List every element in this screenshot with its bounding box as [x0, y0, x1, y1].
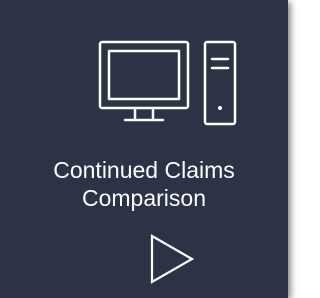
- tile-title: Continued Claims Comparison: [0, 156, 288, 212]
- continued-claims-comparison-tile[interactable]: Continued Claims Comparison: [0, 0, 288, 298]
- play-icon[interactable]: [148, 233, 196, 285]
- desktop-computer-icon: [98, 40, 237, 126]
- tile-title-line-2: Comparison: [82, 185, 206, 211]
- tile-title-line-1: Continued Claims: [53, 157, 235, 183]
